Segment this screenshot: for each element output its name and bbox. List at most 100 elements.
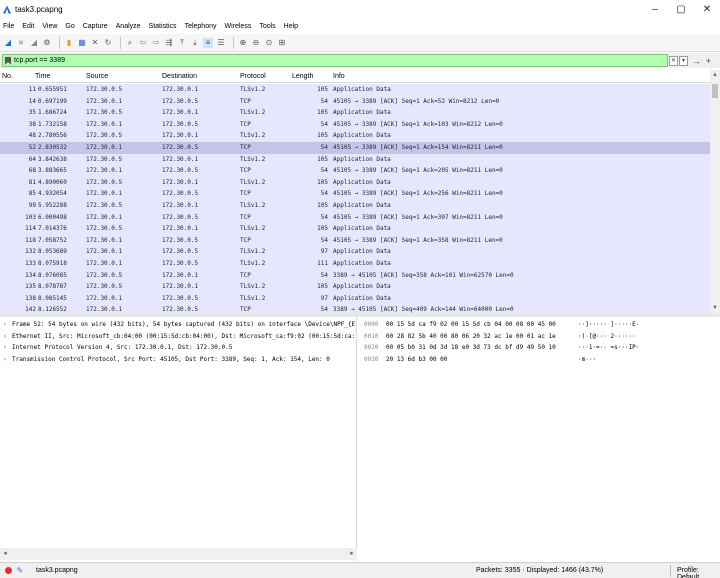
packet-row[interactable]: 118 7.058752 172.30.0.1 172.30.0.5 TCP 54 4510… <box>0 234 710 247</box>
packet-list-pane[interactable]: No. Time Source Destination Protocol Len… <box>0 70 720 313</box>
column-header-info[interactable]: Info <box>333 73 345 80</box>
menu-file[interactable]: File <box>3 23 14 30</box>
scroll-up-icon[interactable]: ▲ <box>710 70 720 80</box>
detail-ipv4[interactable]: › Internet Protocol Version 4, Src: 172.… <box>0 342 356 354</box>
open-file-icon[interactable]: ▮ <box>64 38 74 48</box>
display-filter-field[interactable] <box>2 54 668 67</box>
packet-row[interactable]: 133 8.075918 172.30.0.1 172.30.0.5 TLSv1.2 11… <box>0 257 710 270</box>
packet-row[interactable]: 38 1.732158 172.30.0.1 172.30.0.5 TCP 54 45105… <box>0 118 710 131</box>
menu-go[interactable]: Go <box>65 23 74 30</box>
packet-row[interactable]: 99 5.952288 172.30.0.5 172.30.0.1 TLSv1.2 105… <box>0 199 710 212</box>
detail-tcp[interactable]: › Transmission Control Protocol, Src Por… <box>0 354 356 366</box>
status-profile[interactable]: Profile: Default <box>677 567 720 578</box>
packet-row[interactable]: 48 2.780556 172.30.0.5 172.30.0.1 TLSv1.2 105… <box>0 130 710 142</box>
packet-row[interactable]: 134 8.076085 172.30.0.5 172.30.0.1 TCP 54 3389… <box>0 269 710 282</box>
byte-hex[interactable]: 20 13 6d b3 00 00 <box>386 354 447 366</box>
packet-row[interactable]: 64 3.842638 172.30.0.5 172.30.0.1 TLSv1.2 105… <box>0 153 710 166</box>
reload-icon[interactable]: ↻ <box>103 38 113 48</box>
packet-row[interactable]: 142 8.126552 172.30.0.1 172.30.0.5 TCP 54 3389… <box>0 304 710 313</box>
zoom-reset-icon[interactable]: ⊙ <box>264 38 274 48</box>
options-gear-icon[interactable]: ⚙ <box>42 38 52 48</box>
packet-row[interactable]: 138 8.085145 172.30.0.1 172.30.0.5 TLSv1.2 97… <box>0 292 710 305</box>
menu-help[interactable]: Help <box>284 23 298 30</box>
cell-time: 0.697199 <box>38 97 67 105</box>
packet-row[interactable]: 52 2.830532 172.30.0.1 172.30.0.5 TCP 54 45105… <box>0 141 710 154</box>
packet-row[interactable]: 114 7.014376 172.30.0.5 172.30.0.1 TLSv1.2 10… <box>0 223 710 235</box>
packet-row[interactable]: 35 1.686724 172.30.0.5 172.30.0.1 TLSv1.2 105… <box>0 107 710 119</box>
byte-ascii[interactable]: ···1·=·· =s···IP· <box>578 342 639 354</box>
packet-row[interactable]: 103 6.000498 172.30.0.1 172.30.0.5 TCP 54 4510… <box>0 211 710 224</box>
menu-analyze[interactable]: Analyze <box>116 23 141 30</box>
scroll-down-icon[interactable]: ▼ <box>710 303 720 313</box>
menu-telephony[interactable]: Telephony <box>185 23 217 30</box>
menu-edit[interactable]: Edit <box>22 23 34 30</box>
find-icon[interactable]: ⌕ <box>125 38 135 48</box>
menu-statistics[interactable]: Statistics <box>149 23 177 30</box>
packet-row[interactable]: 81 4.890060 172.30.0.5 172.30.0.1 TLSv1.2 105… <box>0 176 710 189</box>
column-header-source[interactable]: Source <box>86 73 108 80</box>
close-file-icon[interactable]: ✕ <box>90 38 100 48</box>
colorize-icon[interactable]: ☰ <box>216 38 226 48</box>
byte-hex[interactable]: 00 05 b0 31 0d 3d 18 e0 3d 73 dc bf d9 4… <box>386 342 556 354</box>
last-packet-icon[interactable]: ⤓ <box>190 38 200 48</box>
expand-arrow-icon[interactable]: › <box>3 354 7 366</box>
byte-hex[interactable]: 00 15 5d ca f9 02 00 15 5d cb 04 00 08 0… <box>386 319 556 331</box>
zoom-in-icon[interactable]: ⊕ <box>238 38 248 48</box>
byte-ascii[interactable]: ·(·[@··· 2······ <box>578 331 636 343</box>
goto-packet-icon[interactable]: ⇶ <box>164 38 174 48</box>
close-button[interactable]: ✕ <box>694 0 720 19</box>
restart-icon[interactable]: ◢ <box>29 38 39 48</box>
packet-row[interactable]: 132 8.053689 172.30.0.1 172.30.0.5 TLSv1.2 97… <box>0 246 710 258</box>
maximize-button[interactable]: ▢ <box>668 0 694 19</box>
first-packet-icon[interactable]: ⤒ <box>177 38 187 48</box>
expand-arrow-icon[interactable]: › <box>3 319 7 331</box>
capture-comment-icon[interactable]: ✎ <box>16 566 24 575</box>
filter-history-dropdown-icon[interactable]: ▾ <box>679 55 688 66</box>
cell-no: 35 <box>28 109 36 117</box>
column-header-length[interactable]: Length <box>292 73 313 80</box>
add-filter-button-icon[interactable]: + <box>704 56 713 66</box>
bookmark-icon[interactable] <box>5 56 11 65</box>
byte-ascii[interactable]: ··]····· ]·····E· <box>578 319 639 331</box>
menu-capture[interactable]: Capture <box>83 23 108 30</box>
byte-hex[interactable]: 00 28 82 5b 40 00 80 06 20 32 ac 1e 00 0… <box>386 331 556 343</box>
clear-filter-icon[interactable]: ✕ <box>669 55 678 66</box>
save-icon[interactable]: ▦ <box>77 38 87 48</box>
cell-source: 172.30.0.5 <box>86 201 123 209</box>
autoscroll-icon[interactable]: ≡ <box>203 37 213 48</box>
packet-row[interactable]: 11 0.655951 172.30.0.5 172.30.0.1 TLSv1.2 105… <box>0 84 710 96</box>
shark-fin-start-icon[interactable]: ◢ <box>3 38 13 48</box>
scroll-right-icon[interactable]: ▸ <box>347 548 357 560</box>
menu-view[interactable]: View <box>42 23 57 30</box>
expand-arrow-icon[interactable]: › <box>3 331 7 343</box>
packet-row[interactable]: 135 8.078787 172.30.0.5 172.30.0.1 TLSv1.2 10… <box>0 281 710 293</box>
column-header-no[interactable]: No. <box>2 73 13 80</box>
apply-filter-icon[interactable]: → <box>692 56 701 66</box>
packet-row[interactable]: 14 0.697199 172.30.0.1 172.30.0.5 TCP 54 45105… <box>0 95 710 108</box>
expand-arrow-icon[interactable]: › <box>3 342 7 354</box>
column-header-time[interactable]: Time <box>35 73 50 80</box>
menu-wireless[interactable]: Wireless <box>224 23 251 30</box>
detail-frame[interactable]: › Frame 52: 54 bytes on wire (432 bits),… <box>0 319 356 331</box>
forward-icon[interactable]: ⇨ <box>151 38 161 48</box>
details-horizontal-scrollbar[interactable]: ◂ ▸ <box>0 548 357 560</box>
column-header-protocol[interactable]: Protocol <box>240 73 266 80</box>
packet-bytes-pane[interactable]: 0000 00 15 5d ca f9 02 00 15 5d cb 04 00… <box>360 317 720 561</box>
display-filter-input[interactable] <box>14 57 614 64</box>
back-icon[interactable]: ⇦ <box>138 38 148 48</box>
packet-details-pane[interactable]: › Frame 52: 54 bytes on wire (432 bits),… <box>0 317 357 561</box>
packet-list-scrollbar[interactable]: ▲ ▼ <box>710 70 720 313</box>
minimize-button[interactable]: – <box>642 0 668 19</box>
resize-columns-icon[interactable]: ⊞ <box>277 38 287 48</box>
scroll-left-icon[interactable]: ◂ <box>0 548 10 560</box>
detail-ethernet[interactable]: › Ethernet II, Src: Microsoft_cb:04:00 (… <box>0 331 356 343</box>
stop-icon[interactable]: ■ <box>16 38 26 48</box>
packet-row[interactable]: 85 4.932054 172.30.0.1 172.30.0.5 TCP 54 45105… <box>0 188 710 200</box>
zoom-out-icon[interactable]: ⊖ <box>251 38 261 48</box>
expert-info-icon[interactable] <box>5 567 12 574</box>
column-header-destination[interactable]: Destination <box>162 73 197 80</box>
menu-tools[interactable]: Tools <box>259 23 275 30</box>
byte-ascii[interactable]: ·m··· <box>578 354 596 366</box>
packet-row[interactable]: 68 3.883665 172.30.0.1 172.30.0.5 TCP 54 45105… <box>0 165 710 177</box>
scrollbar-thumb[interactable] <box>712 84 718 98</box>
